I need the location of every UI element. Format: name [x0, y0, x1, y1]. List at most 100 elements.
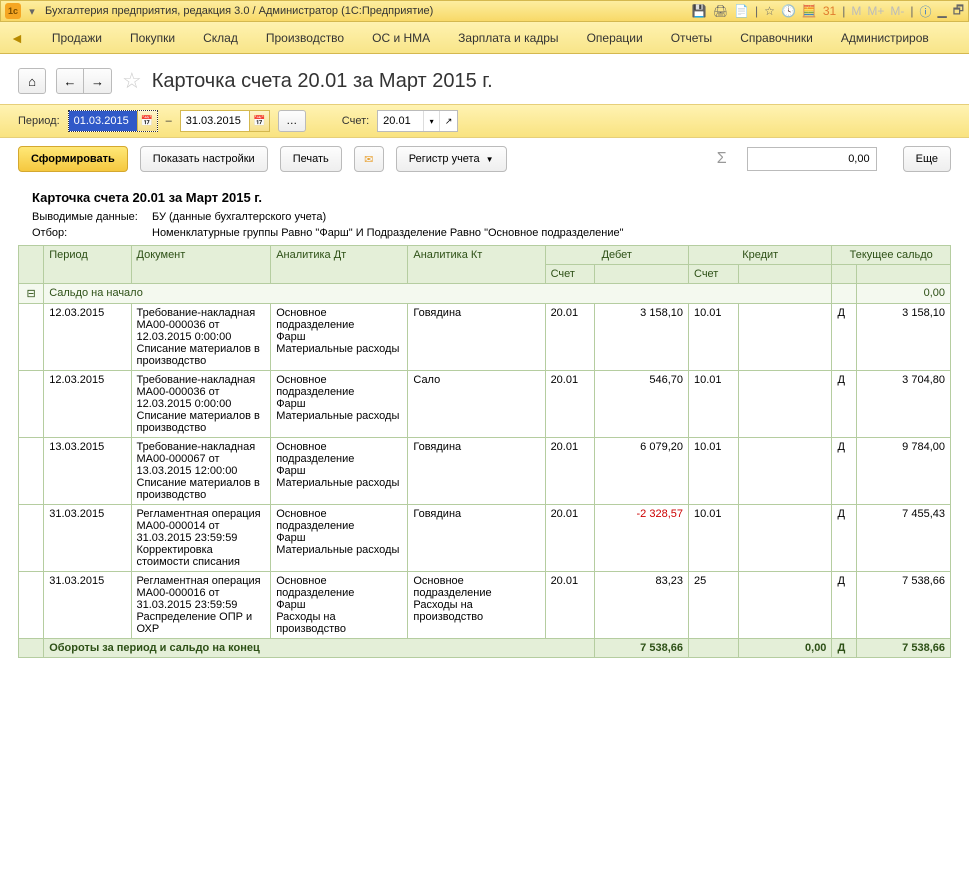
cell-credit-amount: [738, 304, 832, 371]
home-button[interactable]: ⌂: [18, 68, 46, 94]
menu-item[interactable]: Справочники: [740, 31, 813, 45]
cell-date: 12.03.2015: [44, 371, 131, 438]
period-dash: –: [166, 115, 172, 127]
form-report-button[interactable]: Сформировать: [18, 146, 128, 172]
cell-debit-amount: 546,70: [595, 371, 689, 438]
sum-input[interactable]: [747, 147, 877, 171]
table-row[interactable]: 12.03.2015Требование-накладная МА00-0000…: [19, 304, 951, 371]
col-dc: [832, 265, 857, 284]
cell-debit-amount: 3 158,10: [595, 304, 689, 371]
print-icon[interactable]: 🖨: [713, 4, 728, 18]
calculator-icon[interactable]: 🧮: [802, 4, 817, 18]
col-document: Документ: [131, 246, 271, 284]
cell-analytics-kt: Говядина: [408, 505, 545, 572]
calendar-icon[interactable]: 31: [823, 4, 836, 18]
col-credit-account: Счет: [689, 265, 739, 284]
register-button[interactable]: Регистр учета▼: [396, 146, 507, 172]
filter-value: Номенклатурные группы Равно "Фарш" И Под…: [152, 227, 624, 239]
cell-debit-account: 20.01: [545, 371, 595, 438]
help-icon[interactable]: ⓘ: [919, 3, 931, 20]
cell-debit-account: 20.01: [545, 438, 595, 505]
opening-value: 0,00: [857, 284, 951, 304]
account-open-icon[interactable]: ↗: [439, 111, 457, 131]
menu-item[interactable]: Производство: [266, 31, 344, 45]
cell-dc: Д: [832, 371, 857, 438]
period-from-field[interactable]: 📅: [68, 110, 158, 132]
report-meta-row: Выводимые данные: БУ (данные бухгалтерск…: [18, 209, 951, 225]
m-icon[interactable]: M: [851, 4, 861, 18]
col-toggle: [19, 246, 44, 284]
cell-date: 13.03.2015: [44, 438, 131, 505]
history-icon[interactable]: 🕓: [781, 4, 796, 18]
period-to-field[interactable]: 📅: [180, 110, 270, 132]
account-label: Счет:: [342, 115, 369, 127]
sigma-icon[interactable]: Σ: [717, 150, 727, 168]
account-field[interactable]: ▾ ↗: [377, 110, 458, 132]
calendar-from-icon[interactable]: 📅: [137, 111, 157, 131]
cell-analytics-kt: Основное подразделение Расходы на произв…: [408, 572, 545, 639]
cell-analytics-kt: Сало: [408, 371, 545, 438]
menu-item[interactable]: Покупки: [130, 31, 175, 45]
cell-credit-amount: [738, 438, 832, 505]
cell-balance: 3 158,10: [857, 304, 951, 371]
cell-dc: Д: [832, 438, 857, 505]
menu-item[interactable]: Операции: [587, 31, 643, 45]
favorite-icon[interactable]: ☆: [764, 4, 775, 18]
show-settings-button[interactable]: Показать настройки: [140, 146, 268, 172]
menu-item[interactable]: Продажи: [52, 31, 102, 45]
meta-label: Выводимые данные:: [32, 211, 152, 223]
restore-icon[interactable]: 🗗: [953, 1, 964, 22]
favorite-star-icon[interactable]: ☆: [122, 68, 142, 94]
menu-item[interactable]: Зарплата и кадры: [458, 31, 558, 45]
col-analytics-kt: Аналитика Кт: [408, 246, 545, 284]
print-button[interactable]: Печать: [280, 146, 342, 172]
account-dropdown-icon[interactable]: ▾: [423, 111, 439, 131]
period-from-input[interactable]: [69, 111, 137, 131]
menu-item[interactable]: Отчеты: [671, 31, 712, 45]
cell-document: Регламентная операция МА00-000016 от 31.…: [131, 572, 271, 639]
period-select-button[interactable]: …: [278, 110, 306, 132]
app-logo-icon: 1c: [5, 3, 21, 19]
col-balance-amount: [857, 265, 951, 284]
cell-document: Требование-накладная МА00-000067 от 13.0…: [131, 438, 271, 505]
col-balance: Текущее сальдо: [832, 246, 951, 265]
table-row[interactable]: 31.03.2015Регламентная операция МА00-000…: [19, 572, 951, 639]
forward-button[interactable]: →: [84, 68, 112, 94]
cell-debit-account: 20.01: [545, 505, 595, 572]
minimize-icon[interactable]: ▁: [937, 4, 946, 18]
report-title: Карточка счета 20.01 за Март 2015 г.: [18, 184, 951, 209]
more-button[interactable]: Еще: [903, 146, 951, 172]
titlebar-right-icons: 💾 🖨 📄 | ☆ 🕓 🧮 31 | M M+ M- | ⓘ ▁ 🗗: [692, 1, 964, 22]
cell-credit-account: 10.01: [689, 304, 739, 371]
back-button[interactable]: ←: [56, 68, 84, 94]
calendar-to-icon[interactable]: 📅: [249, 111, 269, 131]
table-row[interactable]: 12.03.2015Требование-накладная МА00-0000…: [19, 371, 951, 438]
menu-item[interactable]: ОС и НМА: [372, 31, 430, 45]
menu-item[interactable]: Склад: [203, 31, 238, 45]
table-row[interactable]: 31.03.2015Регламентная операция МА00-000…: [19, 505, 951, 572]
document-icon[interactable]: 📄: [734, 4, 749, 18]
menu-scroll-left-icon[interactable]: ◄: [10, 30, 24, 46]
m-minus-icon[interactable]: M-: [890, 4, 904, 18]
cell-credit-amount: [738, 505, 832, 572]
col-period: Период: [44, 246, 131, 284]
menu-item[interactable]: Администриров: [841, 31, 929, 45]
save-icon[interactable]: 💾: [692, 4, 707, 18]
m-plus-icon[interactable]: M+: [867, 4, 884, 18]
table-row[interactable]: 13.03.2015Требование-накладная МА00-0000…: [19, 438, 951, 505]
opening-balance-row: ⊟Сальдо на начало0,00: [19, 284, 951, 304]
period-to-input[interactable]: [181, 111, 249, 131]
period-bar: Период: 📅 – 📅 … Счет: ▾ ↗: [0, 104, 969, 138]
cell-credit-account: 10.01: [689, 371, 739, 438]
email-button[interactable]: ✉: [354, 146, 384, 172]
page-title: Карточка счета 20.01 за Март 2015 г.: [152, 70, 493, 93]
totals-balance: 7 538,66: [857, 639, 951, 658]
dropdown-icon[interactable]: ▾: [25, 4, 39, 18]
report-filter-row: Отбор: Номенклатурные группы Равно "Фарш…: [18, 225, 951, 241]
window-title: Бухгалтерия предприятия, редакция 3.0 / …: [45, 5, 692, 17]
cell-debit-amount: 6 079,20: [595, 438, 689, 505]
collapse-icon[interactable]: ⊟: [19, 284, 44, 304]
account-input[interactable]: [378, 111, 423, 131]
cell-analytics-dt: Основное подразделение Фарш Материальные…: [271, 505, 408, 572]
action-bar: Сформировать Показать настройки Печать ✉…: [0, 138, 969, 180]
